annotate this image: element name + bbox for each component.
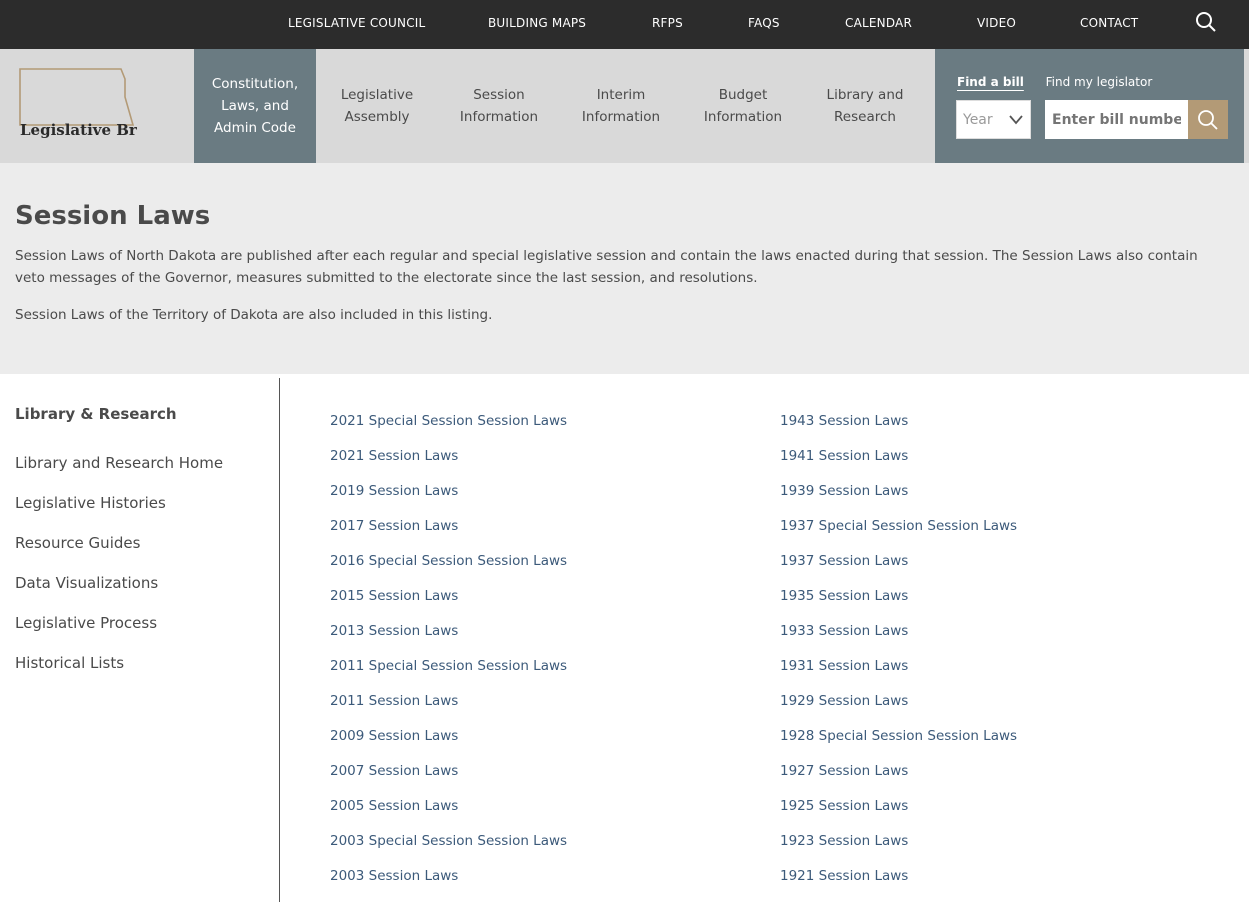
session-laws-link[interactable]: 1943 Session Laws: [780, 413, 908, 429]
session-laws-link[interactable]: 2007 Session Laws: [330, 763, 458, 779]
sidebar: Library & Research Library and Research …: [0, 378, 280, 902]
session-laws-link[interactable]: 1931 Session Laws: [780, 658, 908, 674]
tab-find-my-legislator[interactable]: Find my legislator: [1046, 75, 1153, 89]
topbar-link-video[interactable]: VIDEO: [977, 16, 1016, 30]
sidebar-title: Library & Research: [15, 405, 177, 423]
topbar-link-legislative-council[interactable]: LEGISLATIVE COUNCIL: [288, 16, 425, 30]
session-laws-link[interactable]: 1937 Special Session Session Laws: [780, 518, 1017, 534]
year-select[interactable]: Year: [956, 100, 1031, 139]
search-icon: [1198, 109, 1218, 130]
session-laws-link[interactable]: 2009 Session Laws: [330, 728, 458, 744]
session-laws-link[interactable]: 1941 Session Laws: [780, 448, 908, 464]
intro-section: Session Laws Session Laws of North Dakot…: [0, 163, 1249, 374]
find-panel: Find a bill Find my legislator Year: [935, 49, 1244, 163]
session-laws-link[interactable]: 1933 Session Laws: [780, 623, 908, 639]
session-laws-link[interactable]: 1925 Session Laws: [780, 798, 908, 814]
nav-library-and-research[interactable]: Library and Research: [804, 49, 926, 163]
topbar-link-calendar[interactable]: CALENDAR: [845, 16, 912, 30]
bill-number-input[interactable]: [1045, 100, 1188, 139]
logo-text: Legislative Branch: [20, 121, 137, 139]
topbar-link-contact[interactable]: CONTACT: [1080, 16, 1138, 30]
nav-constitution-laws-admin-code[interactable]: Constitution, Laws, and Admin Code: [194, 49, 316, 163]
topbar-link-rfps[interactable]: RFPS: [652, 16, 683, 30]
session-laws-link[interactable]: 1935 Session Laws: [780, 588, 908, 604]
session-laws-link[interactable]: 1929 Session Laws: [780, 693, 908, 709]
north-dakota-outline-icon: Legislative Branch: [19, 68, 178, 139]
sidebar-item-library-home[interactable]: Library and Research Home: [15, 454, 223, 472]
session-laws-link[interactable]: 2011 Session Laws: [330, 693, 458, 709]
session-laws-link[interactable]: 2003 Special Session Session Laws: [330, 833, 567, 849]
sidebar-item-historical-lists[interactable]: Historical Lists: [15, 654, 124, 672]
nav-legislative-assembly[interactable]: Legislative Assembly: [316, 49, 438, 163]
sidebar-item-legislative-histories[interactable]: Legislative Histories: [15, 494, 166, 512]
search-icon[interactable]: [1195, 11, 1217, 33]
nav-interim-information[interactable]: Interim Information: [560, 49, 682, 163]
sidebar-item-resource-guides[interactable]: Resource Guides: [15, 534, 140, 552]
year-select-value: Year: [963, 112, 993, 128]
session-laws-link[interactable]: 2013 Session Laws: [330, 623, 458, 639]
topbar-link-faqs[interactable]: FAQS: [748, 16, 780, 30]
session-laws-link[interactable]: 2021 Special Session Session Laws: [330, 413, 567, 429]
utility-bar: LEGISLATIVE COUNCIL BUILDING MAPS RFPS F…: [0, 0, 1249, 49]
session-laws-link[interactable]: 1939 Session Laws: [780, 483, 908, 499]
session-laws-link[interactable]: 2021 Session Laws: [330, 448, 458, 464]
session-laws-link[interactable]: 1928 Special Session Session Laws: [780, 728, 1017, 744]
session-laws-link[interactable]: 2015 Session Laws: [330, 588, 458, 604]
session-laws-link[interactable]: 1923 Session Laws: [780, 833, 908, 849]
nav-budget-information[interactable]: Budget Information: [682, 49, 804, 163]
intro-paragraph-territory: Session Laws of the Territory of Dakota …: [15, 307, 493, 323]
session-laws-link[interactable]: 1937 Session Laws: [780, 553, 908, 569]
session-laws-link[interactable]: 2017 Session Laws: [330, 518, 458, 534]
bill-search-button[interactable]: [1188, 100, 1228, 139]
topbar-link-building-maps[interactable]: BUILDING MAPS: [488, 16, 586, 30]
logo[interactable]: Legislative Branch: [17, 67, 178, 145]
nav-session-information[interactable]: Session Information: [438, 49, 560, 163]
session-laws-link[interactable]: 2011 Special Session Session Laws: [330, 658, 567, 674]
session-laws-link[interactable]: 2005 Session Laws: [330, 798, 458, 814]
sidebar-item-legislative-process[interactable]: Legislative Process: [15, 614, 157, 632]
tab-find-a-bill[interactable]: Find a bill: [957, 75, 1024, 89]
session-laws-link[interactable]: 1921 Session Laws: [780, 868, 908, 884]
intro-paragraph: Session Laws of North Dakota are publish…: [15, 248, 1198, 286]
sidebar-item-data-visualizations[interactable]: Data Visualizations: [15, 574, 158, 592]
session-laws-link[interactable]: 2016 Special Session Session Laws: [330, 553, 567, 569]
page-title: Session Laws: [15, 201, 211, 231]
session-laws-link[interactable]: 2019 Session Laws: [330, 483, 458, 499]
session-laws-link[interactable]: 2003 Session Laws: [330, 868, 458, 884]
chevron-down-icon: [1009, 115, 1023, 125]
find-tabs: Find a bill Find my legislator: [957, 75, 1170, 89]
session-laws-link[interactable]: 1927 Session Laws: [780, 763, 908, 779]
main-header: Legislative Branch Constitution, Laws, a…: [0, 49, 1249, 163]
